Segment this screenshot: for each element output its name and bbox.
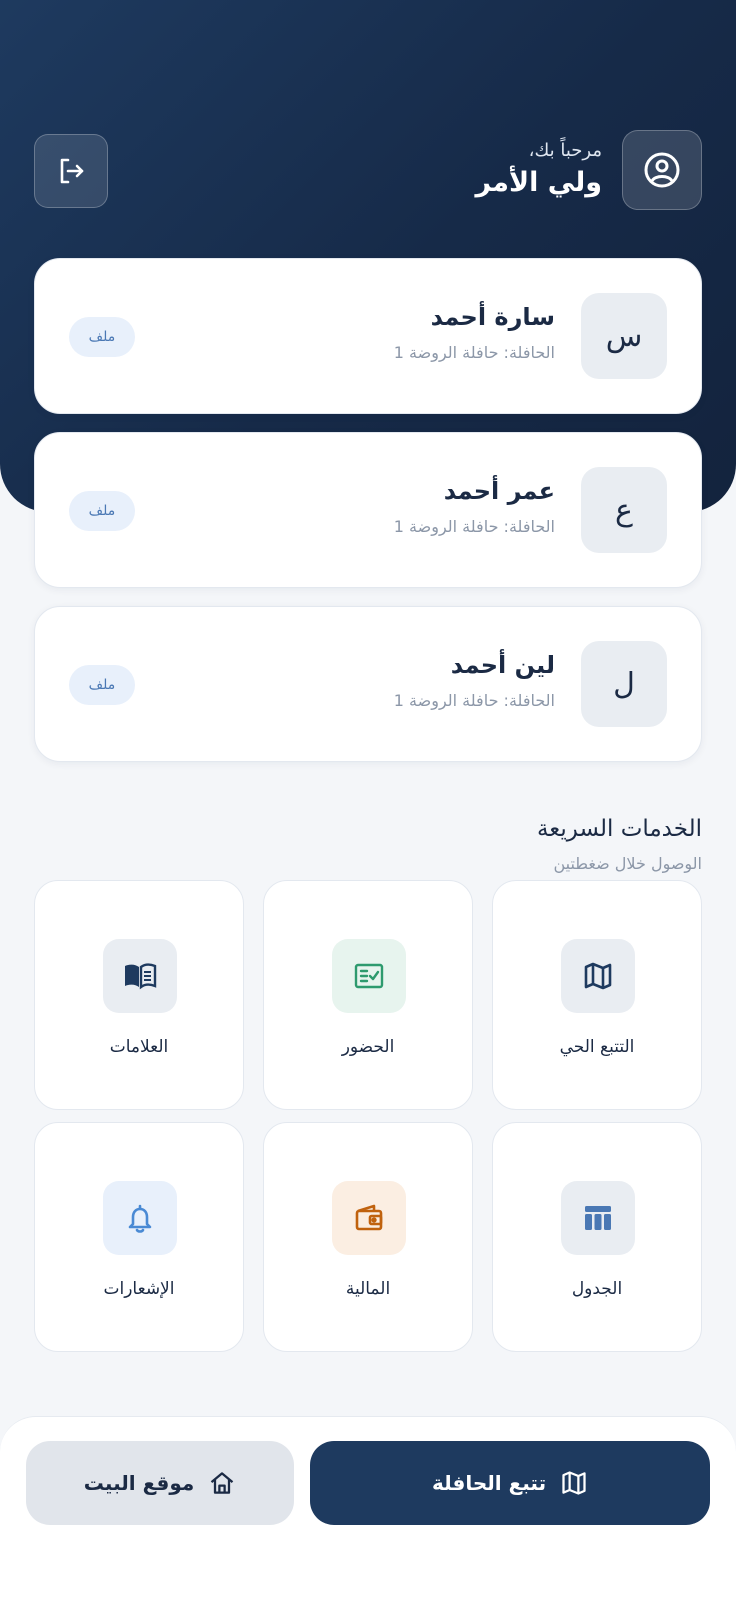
wallet-icon (332, 1181, 406, 1255)
child-initial-avatar: ل (581, 641, 667, 727)
tile-label: الجدول (571, 1279, 623, 1299)
service-tile-notifications[interactable]: الإشعارات (34, 1122, 244, 1352)
section-subtitle: الوصول خلال ضغطتين (553, 854, 702, 873)
greeting-block: مرحباً بك، ولي الأمر (475, 140, 602, 198)
tile-label: الحضور (341, 1037, 395, 1057)
attendance-icon (332, 939, 406, 1013)
section-title: الخدمات السريعة (536, 816, 702, 842)
track-bus-label: تتبع الحافلة (431, 1471, 547, 1495)
child-card[interactable]: ل لين أحمد الحافلة: حافلة الروضة 1 ملف (34, 606, 702, 762)
profile-button[interactable] (622, 130, 702, 210)
child-bus: الحافلة: حافلة الروضة 1 (393, 517, 555, 536)
service-tile-grades[interactable]: العلامات (34, 880, 244, 1110)
child-card[interactable]: س سارة أحمد الحافلة: حافلة الروضة 1 ملف (34, 258, 702, 414)
logout-icon (60, 158, 84, 184)
bell-icon (103, 1181, 177, 1255)
service-tile-schedule[interactable]: الجدول (492, 1122, 702, 1352)
user-circle-icon (644, 152, 680, 188)
user-role-title: ولي الأمر (475, 167, 602, 198)
greeting-text: مرحباً بك، (528, 140, 602, 161)
child-name: لين أحمد (450, 651, 555, 679)
child-info: عمر أحمد الحافلة: حافلة الروضة 1 (394, 477, 555, 536)
header: مرحباً بك، ولي الأمر (34, 130, 702, 212)
home-location-label: موقع البيت (83, 1471, 195, 1495)
tile-label: التتبع الحي (559, 1037, 635, 1057)
map-icon (561, 939, 635, 1013)
service-tile-finance[interactable]: المالية (263, 1122, 473, 1352)
child-bus: الحافلة: حافلة الروضة 1 (393, 691, 555, 710)
child-name: سارة أحمد (430, 303, 555, 331)
child-bus: الحافلة: حافلة الروضة 1 (393, 343, 555, 362)
tile-label: الإشعارات (103, 1279, 175, 1299)
map-icon (562, 1471, 586, 1495)
profile-chip-button[interactable]: ملف (69, 317, 135, 357)
profile-chip-button[interactable]: ملف (69, 665, 135, 705)
child-info: سارة أحمد الحافلة: حافلة الروضة 1 (394, 303, 555, 362)
book-icon (103, 939, 177, 1013)
profile-chip-button[interactable]: ملف (69, 491, 135, 531)
child-name: عمر أحمد (443, 477, 555, 505)
bottom-action-bar: تتبع الحافلة موقع البيت (0, 1416, 736, 1600)
tile-label: المالية (345, 1279, 391, 1299)
home-location-button[interactable]: موقع البيت (26, 1441, 294, 1525)
tile-label: العلامات (109, 1037, 169, 1057)
schedule-icon (561, 1181, 635, 1255)
child-initial-avatar: س (581, 293, 667, 379)
service-tile-attendance[interactable]: الحضور (263, 880, 473, 1110)
child-info: لين أحمد الحافلة: حافلة الروضة 1 (394, 651, 555, 710)
service-tile-live-tracking[interactable]: التتبع الحي (492, 880, 702, 1110)
home-icon (211, 1472, 234, 1494)
logout-button[interactable] (34, 134, 108, 208)
child-card[interactable]: ع عمر أحمد الحافلة: حافلة الروضة 1 ملف (34, 432, 702, 588)
child-initial-avatar: ع (581, 467, 667, 553)
track-bus-button[interactable]: تتبع الحافلة (310, 1441, 710, 1525)
